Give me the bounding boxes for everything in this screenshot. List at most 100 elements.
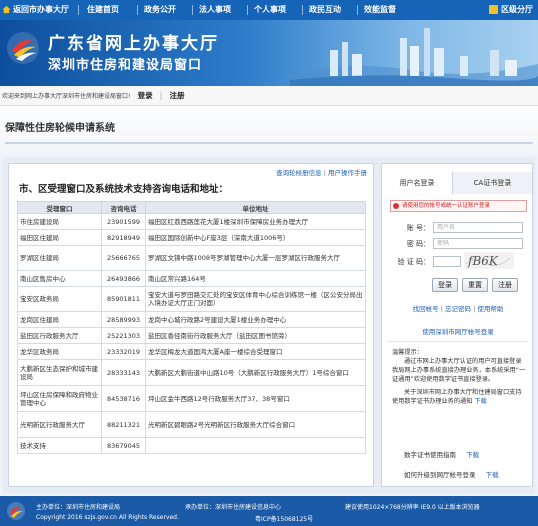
- register-button[interactable]: 注册: [492, 278, 518, 292]
- city-account-login-link[interactable]: 使用深圳市网厅帐号登录: [392, 326, 524, 336]
- phone-number: 83679045: [101, 437, 146, 454]
- contact-heading: 市、区受理窗口及系统技术支持咨询电话和地址：: [19, 184, 229, 195]
- table-row: 龙华区政务局 23332019 龙华区梅龙大道国鸿大厦A座一楼综合受理窗口: [17, 343, 366, 360]
- table-row: 宝安区政务局 85901811 宝安大道与罗田路交汇处的宝安区体育中心综合训练馆一楼…: [17, 286, 366, 312]
- address: 坪山区金牛西路12号行政服务大厅37、38号窗口: [145, 385, 366, 412]
- region-icon: [489, 5, 498, 14]
- divider: |: [159, 92, 163, 100]
- account-input[interactable]: 用户名: [433, 222, 523, 233]
- address: 大鹏新区大鹏街道中山路10号（大鹏新区行政服务大厅）1号综合窗口: [145, 359, 366, 386]
- login-link[interactable]: 登录: [138, 91, 153, 100]
- window-name: 技术支持: [17, 437, 102, 454]
- captcha-text: fB6K: [467, 254, 499, 268]
- banner-title: 广东省网上办事大厅: [48, 34, 219, 54]
- nav-region-hall[interactable]: 区级分厅: [501, 0, 533, 20]
- table-row: 光明新区行政服务大厅 88211321 光明新区碧眼路2号光明新区行政服务大厅综合窗…: [17, 411, 366, 438]
- column-header: 咨询电话: [101, 201, 146, 214]
- captcha-row: 验 证 码： fB6K: [392, 252, 527, 269]
- tips-notice-text: 关于深圳市网上办事大厅和住建局窗口支持使用数字证书办理业务的通知: [392, 389, 522, 405]
- table-row: 技术支持 83679045: [17, 437, 366, 454]
- table-row: 盐田区行政服务大厅 25221303 盐田区香径南街行政服务大厅（盐田区图书馆旁）: [17, 327, 366, 344]
- nav-divider: [137, 5, 138, 15]
- welcome-bar: 欢迎来到网上办事大厅深圳市住房和建设局窗口! 登录 | 注册: [0, 86, 538, 106]
- queue-info-link[interactable]: 查询轮候册信息: [276, 169, 322, 177]
- tab-username-login[interactable]: 用户名登录: [382, 172, 452, 194]
- window-name: 大鹏新区生态保护和城市建设局: [17, 359, 102, 386]
- phone-number: 28589993: [101, 311, 146, 328]
- footer-logo-icon: [7, 502, 25, 520]
- page-title: 保障性住房轮候申请系统: [5, 123, 115, 134]
- divider: [5, 142, 533, 144]
- nav-divider: [302, 5, 303, 15]
- address: 龙华区梅龙大道国鸿大厦A座一楼综合受理窗口: [145, 343, 366, 360]
- window-name: 南山区售房中心: [17, 270, 102, 287]
- nav-gov-affairs[interactable]: 政务公开: [144, 0, 176, 20]
- table-header-row: 受理窗口 咨询电话 单位地址: [17, 201, 366, 214]
- upgrade-label: 如何升级到网厅帐号登录: [404, 471, 476, 479]
- nav-divider: [192, 5, 193, 15]
- warning-text: 请使用您的帐号或统一认证账户登录: [402, 203, 491, 209]
- footer-host: 主办单位：深圳市住房和建设局: [36, 504, 121, 511]
- forgot-password-link[interactable]: 忘记密码: [445, 305, 471, 313]
- city-skyline-image: [290, 28, 538, 86]
- footer-undertake: 承办单位：深圳市住房建设信息中心: [185, 504, 282, 511]
- footer: 主办单位：深圳市住房和建设局 承办单位：深圳市住房建设信息中心 建议使用1024…: [0, 496, 538, 526]
- address: 光明新区碧眼路2号光明新区行政服务大厅综合窗口: [145, 411, 366, 438]
- cert-guide-download-link[interactable]: 下载: [466, 451, 479, 459]
- help-link[interactable]: 使用帮助: [477, 305, 503, 313]
- captcha-label: 验 证 码：: [397, 258, 430, 266]
- captcha-input[interactable]: [433, 256, 461, 267]
- address: 龙岗中心城行政路2号建设大厦1楼业务办理中心: [145, 311, 366, 328]
- user-manual-link[interactable]: 用户操作手册: [328, 169, 367, 177]
- nav-personal[interactable]: 个人事项: [254, 0, 286, 20]
- upgrade-download-link[interactable]: 下载: [486, 471, 499, 479]
- address: 罗湖区文锦中路1008号罗湖管理中心大厦一层罗湖区行政服务大厅: [145, 245, 366, 271]
- nav-interaction[interactable]: 政民互动: [309, 0, 341, 20]
- tips-paragraph: 通过市网上办事大厅认证的用户可直接登录我局网上办事系统直接办理业务，本系统采用“…: [392, 358, 526, 383]
- contact-panel: 查询轮候册信息 | 用户操作手册 市、区受理窗口及系统技术支持咨询电话和地址： …: [8, 163, 374, 487]
- address: 福田区国际创新中心F座3层（深南大道1006号）: [145, 229, 366, 246]
- account-row: 账 号： 用户名: [392, 222, 527, 234]
- phone-number: 82918949: [101, 229, 146, 246]
- table-row: 坪山区住房保障和政府物业管理中心 84538716 坪山区金牛西路12号行政服务大厅…: [17, 385, 366, 412]
- windows-table: 受理窗口 咨询电话 单位地址 市住房建设局 23901599 福田区红荔西路莲花大厦…: [17, 201, 366, 454]
- header-banner: 广东省网上办事大厅 深圳市住房和建设局窗口: [0, 20, 538, 86]
- warning-icon: [393, 203, 399, 209]
- tips-notice: 关于深圳市网上办事大厅和住建局窗口支持使用数字证书办理业务的通知 下载: [392, 388, 526, 406]
- page-header: 保障性住房轮候申请系统: [0, 106, 538, 156]
- upgrade-row: 如何升级到网厅帐号登录 下载: [404, 469, 529, 479]
- address: 盐田区香径南街行政服务大厅（盐田区图书馆旁）: [145, 327, 366, 344]
- window-name: 龙华区政务局: [17, 343, 102, 360]
- notice-download-link[interactable]: 下载: [474, 398, 486, 405]
- nav-efficiency[interactable]: 效能监督: [364, 0, 396, 20]
- phone-number: 25221303: [101, 327, 146, 344]
- column-header: 受理窗口: [17, 201, 102, 214]
- nav-back-to-hall[interactable]: 返回市办事大厅: [13, 0, 69, 20]
- top-nav: 返回市办事大厅 住建首页 政务公开 法人事项 个人事项 政民互动 效能监督 区级…: [0, 0, 538, 20]
- home-icon: [2, 5, 11, 14]
- recover-account-link[interactable]: 找回帐号: [413, 305, 439, 313]
- window-name: 坪山区住房保障和政府物业管理中心: [17, 385, 102, 412]
- table-row: 市住房建设局 23901599 福田区红荔西路莲花大厦1楼深圳市保障房业务办理大厅: [17, 213, 366, 230]
- cert-guide-label: 数字证书使用指南: [404, 451, 456, 459]
- tab-ca-login[interactable]: CA证书登录: [452, 172, 532, 194]
- address: 宝安大道与罗田路交汇处的宝安区体育中心综合训练馆一楼（区公安分局出入境办证大厅正…: [145, 286, 366, 312]
- table-row: 福田区住建局 82918949 福田区国际创新中心F座3层（深南大道1006号）: [17, 229, 366, 246]
- tips-box: 温馨提示： 通过市网上办事大厅认证的用户可直接登录我局网上办事系统直接办理业务，…: [392, 348, 526, 406]
- captcha-image[interactable]: fB6K: [464, 252, 514, 269]
- account-links: 找回帐号 | 忘记密码 | 使用帮助: [392, 303, 524, 313]
- register-link[interactable]: 注册: [169, 91, 184, 100]
- divider: [388, 341, 528, 342]
- nav-divider: [357, 5, 358, 15]
- login-button[interactable]: 登录: [432, 278, 458, 292]
- password-row: 密 码： 密码: [392, 238, 527, 250]
- window-name: 龙岗区住建局: [17, 311, 102, 328]
- main-panel: 查询轮候册信息 | 用户操作手册 市、区受理窗口及系统技术支持咨询电话和地址： …: [3, 157, 535, 494]
- nav-construction-home[interactable]: 住建首页: [87, 0, 119, 20]
- nav-legal-person[interactable]: 法人事项: [199, 0, 231, 20]
- reset-button[interactable]: 重置: [462, 278, 488, 292]
- cert-guide-row: 数字证书使用指南 下载: [404, 449, 529, 459]
- nav-divider: [78, 5, 79, 15]
- top-links: 查询轮候册信息 | 用户操作手册: [276, 167, 367, 177]
- password-input[interactable]: 密码: [433, 238, 523, 249]
